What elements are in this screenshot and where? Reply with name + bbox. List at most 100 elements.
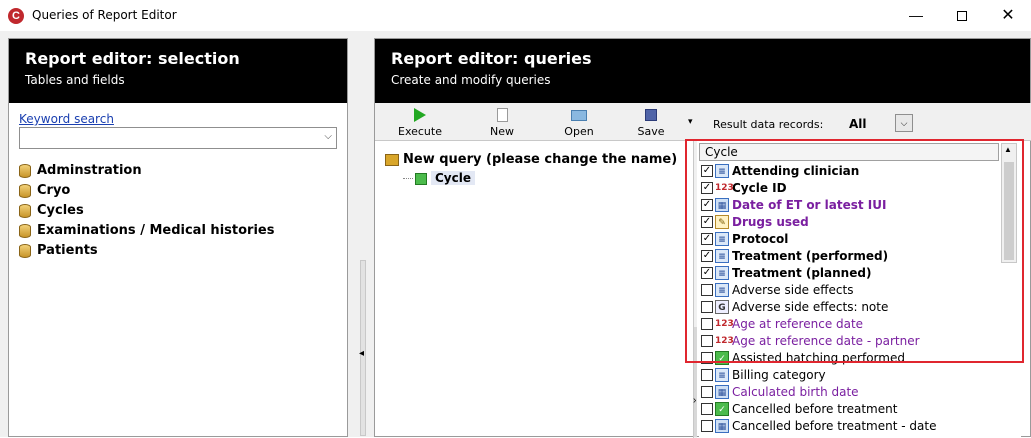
chevron-down-icon[interactable]: ⌵ <box>324 131 332 142</box>
num-field-icon: 123 <box>715 335 734 346</box>
title-bar[interactable]: C Queries of Report Editor — ✕ <box>0 0 1031 31</box>
field-row[interactable]: 123Cycle ID <box>701 180 936 197</box>
cycle-field-list: Cycle ▲ ≡Attending clinician123Cycle ID▦… <box>699 143 1021 438</box>
table-node-patients[interactable]: Patients <box>19 241 274 261</box>
minimize-button[interactable]: — <box>893 0 939 31</box>
keyword-search-label[interactable]: Keyword search <box>19 112 114 126</box>
field-checkbox[interactable] <box>701 198 713 211</box>
save-disk-icon <box>645 109 657 121</box>
field-row[interactable]: ✓ Assisted hatching performed <box>701 350 936 367</box>
table-node-cycles[interactable]: Cycles <box>19 201 274 221</box>
date-field-icon: ▦ <box>715 384 729 399</box>
table-node-label: Adminstration <box>37 163 142 178</box>
num-field-icon: 123 <box>715 318 734 329</box>
field-label: Cycle ID <box>732 181 787 195</box>
result-records-dropdown[interactable]: ⌵ <box>895 114 913 132</box>
field-label: Assisted hatching performed <box>732 351 905 365</box>
field-label: Date of ET or latest IUI <box>732 198 887 212</box>
bool-field-icon: ✓ <box>715 401 729 416</box>
database-icon <box>19 203 31 218</box>
field-checkbox[interactable] <box>701 351 713 364</box>
field-row[interactable]: 123Age at reference date - partner <box>701 333 936 350</box>
execute-button[interactable]: Execute <box>390 105 450 138</box>
field-label: Adverse side effects <box>732 283 854 297</box>
selection-panel-subtitle: Tables and fields <box>25 73 125 87</box>
save-query-button[interactable]: Save <box>621 105 681 138</box>
open-folder-icon <box>571 109 587 121</box>
field-checkbox[interactable] <box>701 317 713 330</box>
field-rows: ≡Attending clinician123Cycle ID▦Date of … <box>701 163 936 435</box>
new-document-icon <box>496 108 508 122</box>
queries-panel-header: Report editor: queries Create and modify… <box>375 39 1030 103</box>
query-field-splitter[interactable] <box>693 141 697 438</box>
field-checkbox[interactable] <box>701 164 713 177</box>
field-label: Treatment (performed) <box>732 249 889 263</box>
table-node-examinations[interactable]: Examinations / Medical histories <box>19 221 274 241</box>
queries-panel: Report editor: queries Create and modify… <box>374 38 1031 438</box>
field-row[interactable]: ≡Attending clinician <box>701 163 936 180</box>
close-button[interactable]: ✕ <box>985 0 1031 31</box>
field-row[interactable]: ≡Treatment (performed) <box>701 248 936 265</box>
table-node-adminstration[interactable]: Adminstration <box>19 161 274 181</box>
list-field-icon: ≡ <box>715 231 729 246</box>
edit-field-icon: ✎ <box>715 214 729 229</box>
query-field-splitter-handle[interactable] <box>694 327 697 437</box>
maximize-button[interactable] <box>939 0 985 31</box>
field-checkbox[interactable] <box>701 283 713 296</box>
selection-panel-title: Report editor: selection <box>25 49 240 68</box>
field-checkbox[interactable] <box>701 181 713 194</box>
date-field-icon: ▦ <box>715 418 729 433</box>
field-row[interactable]: ≡Treatment (planned) <box>701 265 936 282</box>
field-row[interactable]: ▦ Calculated birth date <box>701 384 936 401</box>
list-field-icon: ≡ <box>715 163 729 178</box>
database-icon <box>19 163 31 178</box>
memo-field-icon: G <box>715 299 729 314</box>
collapse-left-icon[interactable]: ◂ <box>359 348 364 359</box>
new-label: New <box>490 125 514 138</box>
window-title: Queries of Report Editor <box>32 8 177 22</box>
expand-right-icon[interactable]: › <box>693 395 696 406</box>
table-node-cryo[interactable]: Cryo <box>19 181 274 201</box>
field-checkbox[interactable] <box>701 402 713 415</box>
field-label: Age at reference date - partner <box>732 334 920 348</box>
field-row[interactable]: ✎Drugs used <box>701 214 936 231</box>
field-checkbox[interactable] <box>701 300 713 313</box>
scroll-thumb[interactable] <box>1004 162 1014 260</box>
field-list-scrollbar[interactable]: ▲ <box>1001 143 1017 263</box>
field-checkbox[interactable] <box>701 249 713 262</box>
field-row[interactable]: ≡Protocol <box>701 231 936 248</box>
field-checkbox[interactable] <box>701 215 713 228</box>
field-label: Adverse side effects: note <box>732 300 889 314</box>
field-row[interactable]: ▦ Cancelled before treatment - date <box>701 418 936 435</box>
field-checkbox[interactable] <box>701 368 713 381</box>
field-checkbox[interactable] <box>701 419 713 432</box>
list-field-icon: ≡ <box>715 248 729 263</box>
field-label: Billing category <box>732 368 826 382</box>
query-child-node-cycle[interactable]: Cycle <box>403 169 475 187</box>
field-row[interactable]: ≡ Billing category <box>701 367 936 384</box>
field-checkbox[interactable] <box>701 266 713 279</box>
keyword-search-input[interactable]: ⌵ <box>19 127 337 149</box>
play-icon <box>414 108 426 122</box>
field-label: Cancelled before treatment <box>732 402 898 416</box>
new-query-button[interactable]: New <box>472 105 532 138</box>
toolbar-more-icon[interactable]: ▾ <box>688 116 693 127</box>
field-row[interactable]: G Adverse side effects: note <box>701 299 936 316</box>
field-checkbox[interactable] <box>701 385 713 398</box>
field-row[interactable]: 123Age at reference date <box>701 316 936 333</box>
tree-connector <box>403 178 413 179</box>
open-query-button[interactable]: Open <box>549 105 609 138</box>
query-root-node[interactable]: New query (please change the name) <box>385 151 677 169</box>
bool-field-icon: ✓ <box>715 350 729 365</box>
field-checkbox[interactable] <box>701 334 713 347</box>
execute-label: Execute <box>398 125 442 138</box>
result-records-value[interactable]: All <box>849 117 867 131</box>
field-row[interactable]: ≡ Adverse side effects <box>701 282 936 299</box>
panel-splitter[interactable]: ◂ <box>358 38 368 437</box>
scroll-up-icon[interactable]: ▲ <box>1004 145 1012 154</box>
field-checkbox[interactable] <box>701 232 713 245</box>
report-editor-window: C Queries of Report Editor — ✕ Report ed… <box>0 0 1031 438</box>
field-row[interactable]: ✓ Cancelled before treatment <box>701 401 936 418</box>
table-node-label: Patients <box>37 243 98 258</box>
field-row[interactable]: ▦Date of ET or latest IUI <box>701 197 936 214</box>
